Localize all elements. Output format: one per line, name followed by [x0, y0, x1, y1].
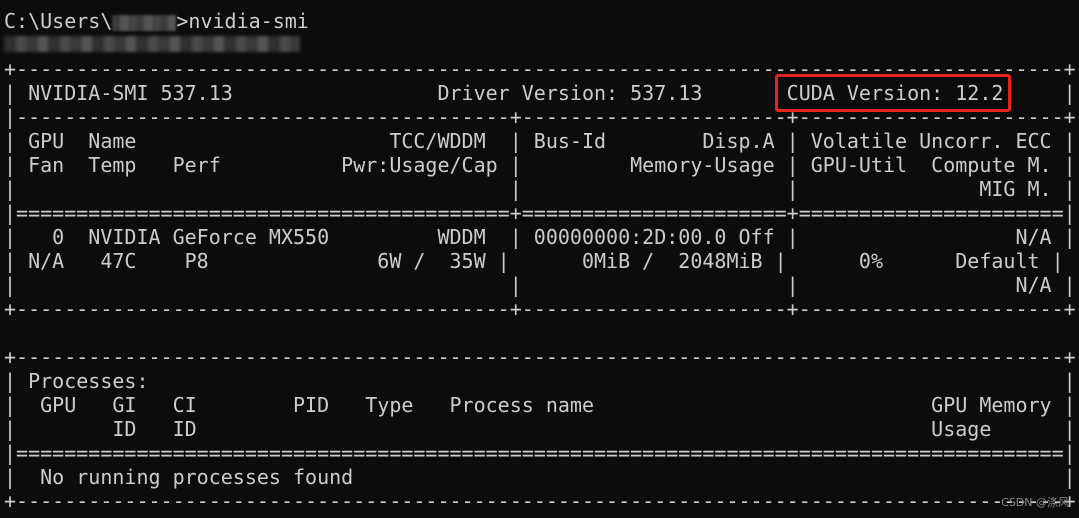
output-line: | GPU Name TCC/WDDM | Bus-Id Disp.A | Vo…: [4, 129, 1076, 153]
watermark: CSDN @涤风: [1001, 496, 1069, 509]
output-line: | Processes: |: [4, 369, 1076, 393]
output-line: +---------------------------------------…: [4, 297, 1076, 321]
output-line: | N/A 47C P8 6W / 35W | 0MiB / 2048MiB |…: [4, 249, 1064, 273]
output-line: | | | MIG M. |: [4, 177, 1076, 201]
output-line: |=======================================…: [4, 201, 1076, 225]
terminal-window[interactable]: C:\Users\ >nvidia-smi +------------------…: [0, 0, 1079, 518]
redacted-username: [112, 14, 177, 31]
output-line: +---------------------------------------…: [4, 489, 1076, 513]
output-line: | 0 NVIDIA GeForce MX550 WDDM | 00000000…: [4, 225, 1076, 249]
output-line: |=======================================…: [4, 441, 1076, 465]
output-line: | Fan Temp Perf Pwr:Usage/Cap | Memory-U…: [4, 153, 1076, 177]
output-line: | | | N/A |: [4, 273, 1076, 297]
prompt-line: C:\Users\ >nvidia-smi: [4, 9, 309, 33]
prompt-command: >nvidia-smi: [176, 9, 309, 33]
cuda-version-highlight-box: [775, 74, 1011, 112]
prompt-path: C:\Users\: [4, 9, 113, 33]
output-line: | ID ID Usage |: [4, 417, 1076, 441]
output-line: | GPU GI CI PID Type Process name GPU Me…: [4, 393, 1076, 417]
output-line: | No running processes found |: [4, 465, 1076, 489]
redacted-output-line: [4, 36, 300, 52]
output-line: +---------------------------------------…: [4, 345, 1076, 369]
